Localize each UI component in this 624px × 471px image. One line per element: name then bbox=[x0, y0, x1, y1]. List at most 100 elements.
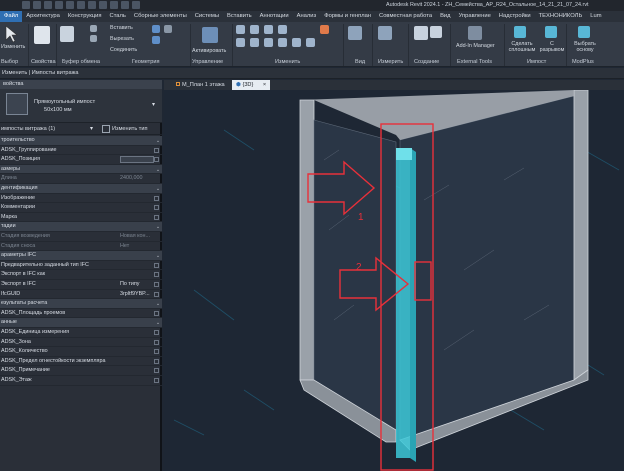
property-value[interactable]: 3rpltf9YBP... bbox=[120, 290, 150, 300]
copy-element-icon[interactable] bbox=[250, 38, 259, 47]
tab-ribbon-9[interactable]: Формы и генплан bbox=[320, 11, 375, 22]
model-canvas[interactable]: 1 2 bbox=[164, 90, 624, 471]
property-value[interactable]: 2400,000 bbox=[120, 174, 142, 184]
copy-icon[interactable] bbox=[90, 25, 97, 32]
choose-base-icon[interactable] bbox=[578, 26, 590, 38]
tab-ribbon-11[interactable]: Вид bbox=[436, 11, 455, 22]
view-icon[interactable] bbox=[348, 26, 362, 40]
tab-ribbon-2[interactable]: Конструкция bbox=[64, 11, 106, 22]
associate-parameter-icon[interactable] bbox=[154, 368, 159, 374]
tab-ribbon-13[interactable]: Надстройки bbox=[495, 11, 535, 22]
thin-lines-icon[interactable] bbox=[132, 1, 140, 9]
tab-ribbon-14[interactable]: ТЕХНОНИКОЛЬ bbox=[535, 11, 587, 22]
3d-viewport[interactable]: 1 2 bbox=[164, 90, 624, 471]
property-row[interactable]: ADSK_Группирование bbox=[0, 146, 162, 156]
array-icon[interactable] bbox=[292, 38, 301, 47]
tab-ribbon-15[interactable]: Lum bbox=[586, 11, 605, 22]
property-section[interactable]: араметры IFC ⌃ bbox=[0, 251, 162, 261]
save-icon[interactable] bbox=[33, 1, 41, 9]
associate-parameter-icon[interactable] bbox=[154, 339, 159, 345]
property-section[interactable]: дентификация ⌃ bbox=[0, 184, 162, 194]
associate-parameter-icon[interactable] bbox=[154, 214, 159, 220]
rotate-icon[interactable] bbox=[264, 38, 273, 47]
undo-icon[interactable] bbox=[55, 1, 63, 9]
edit-type-icon[interactable] bbox=[102, 125, 110, 133]
make-solid-icon[interactable] bbox=[514, 26, 526, 38]
cut-button[interactable]: Вырезать bbox=[110, 36, 134, 42]
associate-parameter-icon[interactable] bbox=[154, 157, 159, 163]
property-section[interactable]: троительство ⌃ bbox=[0, 136, 162, 146]
with-gap-button[interactable]: С разрывом bbox=[537, 41, 567, 53]
associate-parameter-icon[interactable] bbox=[154, 205, 159, 211]
tab-ribbon-8[interactable]: Анализ bbox=[293, 11, 321, 22]
instance-filter[interactable]: импосты витража (1) ▾ Изменить тип bbox=[0, 124, 162, 135]
property-section[interactable]: езультаты расчета ⌃ bbox=[0, 299, 162, 309]
associate-parameter-icon[interactable] bbox=[154, 262, 159, 268]
property-value[interactable]: По типу bbox=[120, 280, 139, 290]
activate-button[interactable]: Активировать bbox=[192, 48, 226, 54]
split-icon[interactable] bbox=[278, 25, 287, 34]
property-section[interactable]: азмеры ⌃ bbox=[0, 164, 162, 175]
property-row[interactable]: Стадия возведения Новая кон... bbox=[0, 232, 162, 242]
with-gap-icon[interactable] bbox=[545, 26, 557, 38]
associate-parameter-icon[interactable] bbox=[154, 358, 159, 364]
tab-ribbon-1[interactable]: Архитектура bbox=[22, 11, 64, 22]
property-row[interactable]: Комментарии bbox=[0, 203, 162, 213]
create-group-icon[interactable] bbox=[414, 26, 428, 40]
associate-parameter-icon[interactable] bbox=[154, 147, 159, 153]
property-section[interactable]: тадии ⌃ bbox=[0, 222, 162, 232]
associate-parameter-icon[interactable] bbox=[154, 349, 159, 355]
associate-parameter-icon[interactable] bbox=[154, 330, 159, 335]
offset-icon[interactable] bbox=[250, 25, 259, 34]
select-panel-label[interactable]: Выбор bbox=[1, 59, 18, 65]
property-value[interactable]: Новая кон... bbox=[120, 232, 150, 242]
print-icon[interactable] bbox=[77, 1, 85, 9]
property-row[interactable]: Предварительно заданный тип IFC bbox=[0, 261, 162, 271]
property-row[interactable]: ADSK_Позиция bbox=[0, 155, 162, 165]
selected-mullion[interactable] bbox=[396, 148, 410, 458]
close-icon[interactable]: × bbox=[263, 82, 266, 88]
property-row[interactable]: ADSK_Примечание bbox=[0, 366, 162, 376]
property-row[interactable]: ADSK_Зона bbox=[0, 338, 162, 348]
tab-ribbon-7[interactable]: Аннотации bbox=[256, 11, 293, 22]
tab-ribbon-3[interactable]: Сталь bbox=[106, 11, 130, 22]
sync-icon[interactable] bbox=[44, 1, 52, 9]
property-row[interactable]: Марка bbox=[0, 213, 162, 223]
delete-icon[interactable] bbox=[320, 25, 329, 34]
paste-icon[interactable] bbox=[60, 26, 74, 42]
tab-ribbon-4[interactable]: Сборные элементы bbox=[130, 11, 191, 22]
property-row[interactable]: ADSK_Этаж bbox=[0, 376, 162, 386]
insert-button[interactable]: Вставить bbox=[110, 25, 133, 31]
property-section[interactable]: анные ⌃ bbox=[0, 318, 162, 328]
scale-icon[interactable] bbox=[306, 38, 315, 47]
measure-icon[interactable] bbox=[88, 1, 96, 9]
make-solid-button[interactable]: Сделать сплошным bbox=[507, 41, 537, 53]
associate-parameter-icon[interactable] bbox=[154, 282, 159, 287]
tab-floor-plan[interactable]: M_План 1 этажа bbox=[172, 80, 229, 90]
tab-3d[interactable]: ⬢ {3D} × bbox=[232, 80, 271, 90]
measure-tool-icon[interactable] bbox=[378, 26, 392, 40]
chevron-down-icon[interactable]: ▾ bbox=[152, 101, 155, 108]
properties-icon[interactable] bbox=[34, 26, 50, 44]
tab-ribbon-10[interactable]: Совместная работа bbox=[375, 11, 436, 22]
associate-parameter-icon[interactable] bbox=[154, 272, 159, 278]
text-icon[interactable] bbox=[99, 1, 107, 9]
chevron-down-icon[interactable]: ▾ bbox=[90, 125, 93, 132]
section-icon[interactable] bbox=[121, 1, 129, 9]
join-geometry-icon[interactable] bbox=[152, 25, 160, 33]
redo-icon[interactable] bbox=[66, 1, 74, 9]
property-row[interactable]: Стадия сноса Нет bbox=[0, 242, 162, 252]
property-row[interactable]: IfcGUID 3rpltf9YBP... bbox=[0, 290, 162, 300]
property-row[interactable]: ADSK_Предел огнестойкости экземпляра bbox=[0, 357, 162, 367]
property-row[interactable]: Изображение bbox=[0, 194, 162, 204]
value-input[interactable] bbox=[120, 156, 154, 164]
mirror-icon[interactable] bbox=[264, 25, 273, 34]
trim-icon[interactable] bbox=[278, 38, 287, 47]
type-selector[interactable]: Прямоугольный импост 50x100 мм ▾ bbox=[0, 89, 162, 123]
tab-file[interactable]: Файл bbox=[0, 11, 23, 22]
property-row[interactable]: ADSK_Площадь проемов bbox=[0, 309, 162, 319]
associate-parameter-icon[interactable] bbox=[154, 310, 159, 316]
wall-join-icon[interactable] bbox=[152, 36, 160, 44]
associate-parameter-icon[interactable] bbox=[154, 195, 159, 201]
tab-ribbon-6[interactable]: Вставить bbox=[223, 11, 256, 22]
